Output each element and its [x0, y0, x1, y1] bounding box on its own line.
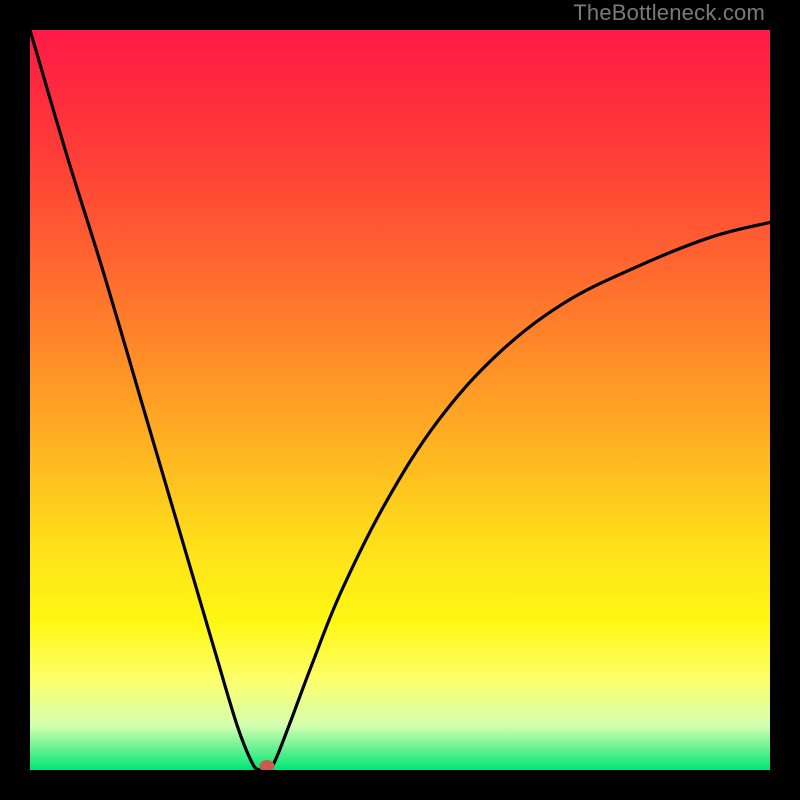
bottleneck-curve — [30, 30, 770, 770]
curve-path — [30, 30, 770, 770]
chart-frame — [0, 0, 800, 800]
plot-area — [30, 30, 770, 770]
watermark-text: TheBottleneck.com — [573, 0, 765, 26]
curve-marker — [259, 760, 274, 770]
